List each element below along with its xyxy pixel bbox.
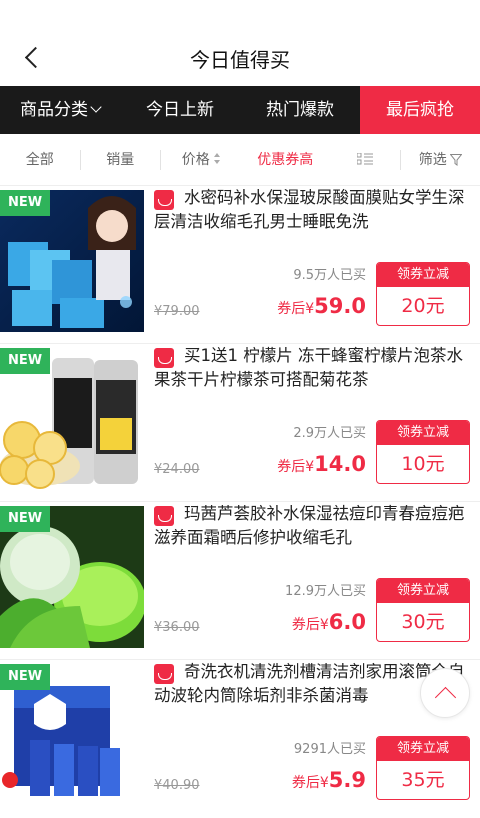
after-coupon-label: 券后¥ bbox=[277, 459, 314, 475]
original-price: ¥36.00 bbox=[154, 620, 200, 635]
coupon-label: 领券立减 bbox=[377, 737, 469, 761]
coupon-label: 领券立减 bbox=[377, 579, 469, 603]
coupon-value: 35元 bbox=[377, 761, 469, 799]
sold-count: 2.9万人已买 bbox=[293, 422, 366, 441]
page-title: 今日值得买 bbox=[0, 44, 480, 73]
new-badge: NEW bbox=[0, 348, 50, 374]
list-item[interactable]: NEW 玛茜芦荟胶补水保湿祛痘印青春痘痘疤滋养面霜晒后修护收缩毛孔 12.9万人… bbox=[0, 502, 480, 660]
after-coupon-value: 6.0 bbox=[329, 610, 366, 634]
sold-count: 9.5万人已买 bbox=[293, 264, 366, 283]
after-coupon-price: 券后¥6.0 bbox=[292, 610, 366, 634]
list-view-icon bbox=[357, 135, 373, 147]
new-badge: NEW bbox=[0, 506, 50, 532]
sort-coupon-high[interactable]: 优惠券高 bbox=[241, 134, 330, 186]
filter-label: 筛选 bbox=[419, 152, 447, 168]
tab-hot[interactable]: 热门爆款 bbox=[240, 86, 360, 134]
coupon-button[interactable]: 领券立减 20元 bbox=[376, 262, 470, 326]
sold-count: 9291人已买 bbox=[294, 738, 366, 757]
after-coupon-price: 券后¥5.9 bbox=[292, 768, 366, 792]
product-image[interactable]: NEW bbox=[0, 506, 144, 648]
product-image[interactable]: NEW bbox=[0, 664, 144, 806]
sort-price[interactable]: 价格 bbox=[161, 134, 241, 186]
tab-category[interactable]: 商品分类 bbox=[0, 86, 120, 134]
after-coupon-price: 券后¥59.0 bbox=[277, 294, 366, 318]
original-price: ¥40.90 bbox=[154, 778, 200, 793]
product-name[interactable]: 水密码补水保湿玻尿酸面膜贴女学生深层清洁收缩毛孔男士睡眠免洗 bbox=[154, 186, 474, 234]
filter-button[interactable]: 筛选 bbox=[401, 134, 480, 186]
after-coupon-value: 5.9 bbox=[329, 768, 366, 792]
sort-arrows-icon bbox=[214, 153, 220, 165]
after-coupon-value: 14.0 bbox=[314, 452, 366, 476]
tab-new-today-label: 今日上新 bbox=[146, 100, 214, 120]
list-item[interactable]: NEW 买1送1 柠檬片 冻干蜂蜜柠檬片泡茶水果茶干片柠檬茶可搭配菊花茶 2.9… bbox=[0, 344, 480, 502]
coupon-button[interactable]: 领券立减 30元 bbox=[376, 578, 470, 642]
tab-last-rush-label: 最后疯抢 bbox=[386, 100, 454, 120]
new-badge: NEW bbox=[0, 190, 50, 216]
header: 今日值得买 bbox=[0, 0, 480, 86]
scroll-to-top-button[interactable] bbox=[420, 668, 470, 718]
sold-count: 12.9万人已买 bbox=[285, 580, 366, 599]
original-price: ¥79.00 bbox=[154, 304, 200, 319]
list-item[interactable]: NEW 水密码补水保湿玻尿酸面膜贴女学生深层清洁收缩毛孔男士睡眠免洗 9.5万人… bbox=[0, 186, 480, 344]
coupon-label: 领券立减 bbox=[377, 421, 469, 445]
product-name[interactable]: 买1送1 柠檬片 冻干蜂蜜柠檬片泡茶水果茶干片柠檬茶可搭配菊花茶 bbox=[154, 344, 474, 392]
product-image[interactable]: NEW bbox=[0, 190, 144, 332]
after-coupon-label: 券后¥ bbox=[277, 301, 314, 317]
sort-all[interactable]: 全部 bbox=[0, 134, 80, 186]
tab-last-rush[interactable]: 最后疯抢 bbox=[360, 86, 480, 134]
new-badge: NEW bbox=[0, 664, 50, 690]
category-tabbar: 商品分类 今日上新 热门爆款 最后疯抢 bbox=[0, 86, 480, 134]
product-name[interactable]: 玛茜芦荟胶补水保湿祛痘印青春痘痘疤滋养面霜晒后修护收缩毛孔 bbox=[154, 502, 474, 550]
coupon-button[interactable]: 领券立减 35元 bbox=[376, 736, 470, 800]
original-price: ¥24.00 bbox=[154, 462, 200, 477]
coupon-value: 10元 bbox=[377, 445, 469, 483]
sort-price-label: 价格 bbox=[182, 152, 210, 168]
list-item[interactable]: NEW 奇洗衣机清洗剂槽清洁剂家用滚筒全自动波轮内筒除垢剂非杀菌消毒 9291人… bbox=[0, 660, 480, 818]
coupon-label: 领券立减 bbox=[377, 263, 469, 287]
sort-sales[interactable]: 销量 bbox=[81, 134, 161, 186]
after-coupon-price: 券后¥14.0 bbox=[277, 452, 366, 476]
tab-category-label: 商品分类 bbox=[20, 100, 88, 120]
after-coupon-label: 券后¥ bbox=[292, 617, 329, 633]
tab-new-today[interactable]: 今日上新 bbox=[120, 86, 240, 134]
coupon-button[interactable]: 领券立减 10元 bbox=[376, 420, 470, 484]
coupon-value: 30元 bbox=[377, 603, 469, 641]
after-coupon-value: 59.0 bbox=[314, 294, 366, 318]
coupon-value: 20元 bbox=[377, 287, 469, 325]
sort-bar: 全部 销量 价格 优惠券高 筛选 bbox=[0, 134, 480, 186]
chevron-down-icon bbox=[90, 101, 101, 112]
after-coupon-label: 券后¥ bbox=[292, 775, 329, 791]
view-toggle[interactable] bbox=[330, 134, 400, 186]
product-image[interactable]: NEW bbox=[0, 348, 144, 490]
filter-icon bbox=[450, 136, 462, 148]
tab-hot-label: 热门爆款 bbox=[266, 100, 334, 120]
